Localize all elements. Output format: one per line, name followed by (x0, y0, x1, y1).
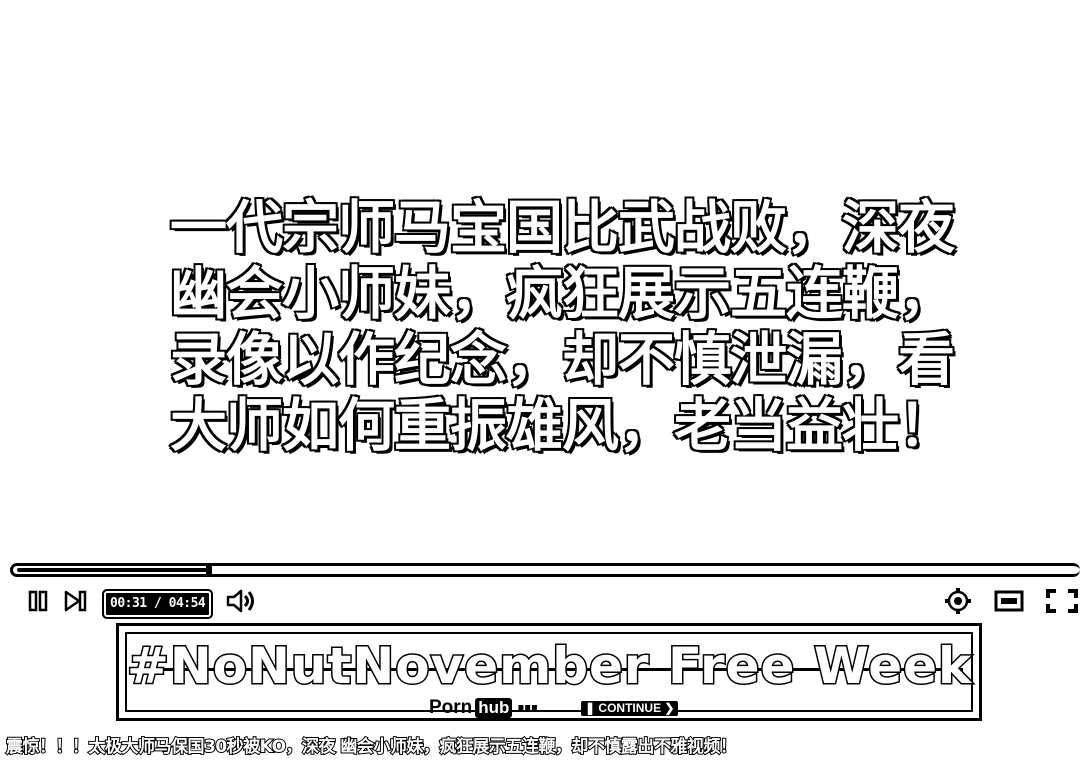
progress-scrubber[interactable] (206, 565, 212, 575)
subtitle-line: 大师如何重振雄风，老当益壮！ (169, 392, 957, 461)
volume-button[interactable] (224, 587, 258, 615)
fullscreen-button[interactable] (1044, 587, 1080, 615)
page-title: 震惊！！！太极大师马保国30秒被KO，深夜 幽会小师妹，疯狂展示五连鞭，却不慎露… (5, 736, 738, 758)
progress-played (17, 568, 208, 572)
brand-logo[interactable]: Porn hub ▪▪▪ (429, 698, 538, 718)
continue-arrow-icon: ❯ (664, 701, 675, 715)
pause-button[interactable] (24, 587, 52, 615)
theater-mode-icon (994, 590, 1024, 612)
settings-button[interactable] (944, 587, 972, 615)
fullscreen-icon (1046, 589, 1078, 613)
brand-logo-part2: hub (475, 698, 513, 718)
brand-logo-part1: Porn (429, 697, 473, 718)
gear-icon (945, 588, 971, 614)
subtitle-line: 录像以作纪念，却不慎泄漏，看 (169, 326, 957, 395)
ad-frame: #NoNutNovember Free Week Porn hub ▪▪▪ ❚ … (125, 632, 973, 718)
continue-label: CONTINUE (598, 701, 662, 715)
continue-button[interactable]: ❚ CONTINUE ❯ (581, 701, 679, 716)
continue-left-icon: ❚ (585, 701, 596, 715)
subtitle-line: 一代宗师马宝国比武战败，深夜 (169, 194, 957, 263)
volume-icon (226, 589, 254, 613)
progress-bar[interactable] (10, 563, 1080, 577)
theater-mode-button[interactable] (992, 587, 1026, 615)
next-button[interactable] (62, 587, 90, 615)
dots-icon: ▪▪▪ (517, 702, 538, 713)
video-subtitle: 一代宗师马宝国比武战败，深夜 幽会小师妹，疯狂展示五连鞭， 录像以作纪念，却不慎… (169, 194, 957, 461)
player-controls: 00:31 / 04:54 (0, 585, 1080, 621)
next-icon (64, 590, 87, 612)
ad-banner[interactable]: #NoNutNovember Free Week Porn hub ▪▪▪ ❚ … (116, 623, 982, 721)
ad-headline: #NoNutNovember Free Week (126, 637, 973, 696)
time-display: 00:31 / 04:54 (101, 589, 214, 619)
subtitle-line: 幽会小师妹，疯狂展示五连鞭， (169, 260, 957, 329)
pause-icon (28, 590, 48, 612)
video-player-area[interactable]: 一代宗师马宝国比武战败，深夜 幽会小师妹，疯狂展示五连鞭， 录像以作纪念，却不慎… (0, 0, 1080, 560)
